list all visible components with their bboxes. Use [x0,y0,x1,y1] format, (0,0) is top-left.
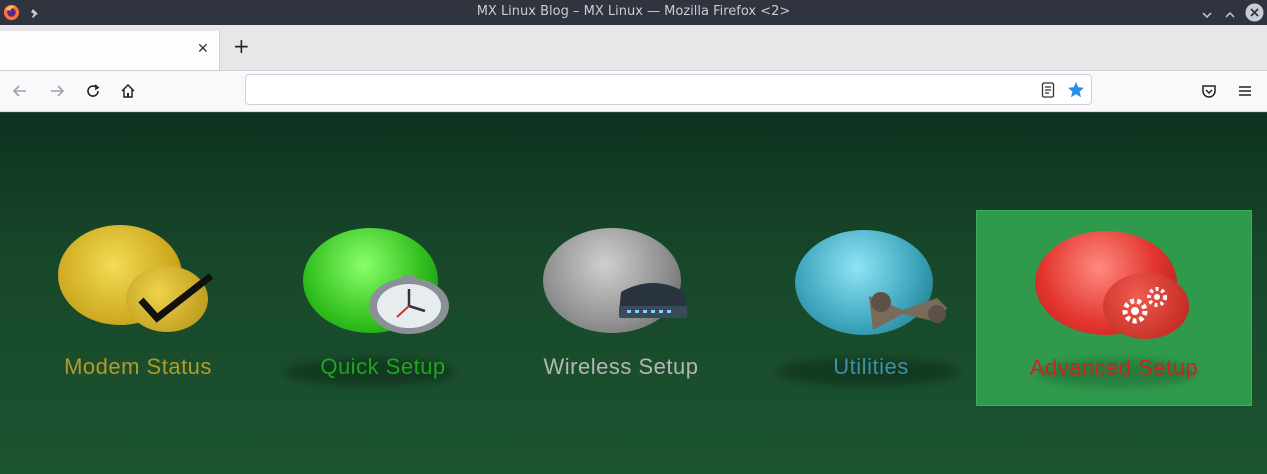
router-icon [613,278,693,326]
menu-item-quick-setup[interactable]: Quick Setup [245,210,521,406]
gears-icon [1115,283,1175,331]
maximize-icon[interactable] [1224,6,1236,25]
reload-button[interactable] [84,82,102,100]
menu-item-utilities[interactable]: Utilities [733,210,1009,406]
navigation-toolbar [0,71,1267,112]
menu-item-advanced-setup[interactable]: Advanced Setup [976,210,1252,406]
menu-hamburger-icon[interactable] [1236,82,1254,100]
close-window-icon[interactable] [1245,3,1264,26]
tab-active[interactable]: ✕ [0,31,220,70]
url-bar[interactable] [245,74,1092,105]
wrench-icon [863,282,953,342]
menu-item-label: Wireless Setup [543,354,699,379]
home-button[interactable] [119,82,137,100]
forward-button[interactable] [48,82,66,100]
pocket-icon[interactable] [1200,82,1218,100]
router-menu-page: Modem Status Quick Setup Wireless Setup … [0,113,1267,474]
menu-item-wireless-setup[interactable]: Wireless Setup [483,210,759,406]
menu-item-label: Advanced Setup [1029,355,1199,380]
window-title: MX Linux Blog – MX Linux — Mozilla Firef… [476,4,791,19]
new-tab-button[interactable]: + [233,36,250,56]
minimize-icon[interactable] [1201,6,1213,25]
back-button[interactable] [11,82,29,100]
menu-item-label: Quick Setup [320,354,446,379]
menu-item-label: Utilities [833,354,909,379]
checkmark-icon [137,270,217,330]
menu-item-modem-status[interactable]: Modem Status [0,210,276,406]
tab-strip: ✕ + [0,25,1267,71]
tab-close-icon[interactable]: ✕ [197,41,209,57]
clock-icon [367,273,451,339]
menu-item-label: Modem Status [64,354,212,379]
window-titlebar: MX Linux Blog – MX Linux — Mozilla Firef… [0,0,1267,25]
bookmark-star-icon[interactable] [1067,81,1085,103]
url-input[interactable] [256,81,1020,98]
reader-view-icon[interactable] [1041,82,1055,102]
